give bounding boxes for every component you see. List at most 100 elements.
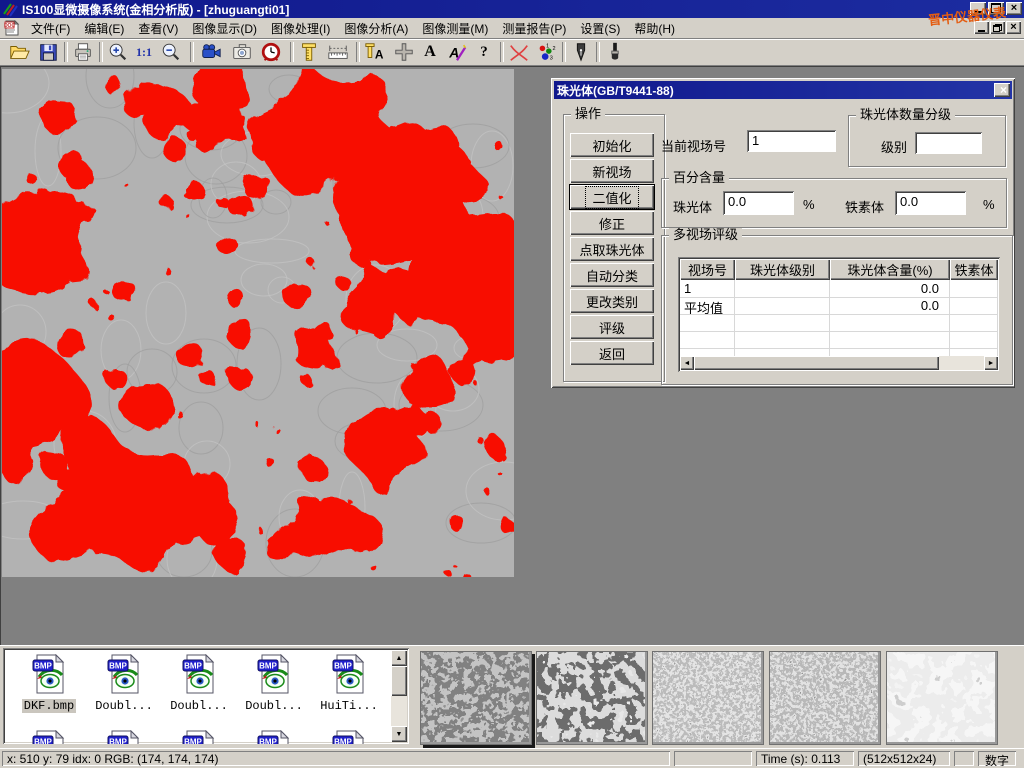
file-item-4[interactable]: BMP HuiTi... bbox=[313, 654, 385, 713]
hscroll-thumb[interactable] bbox=[694, 356, 939, 370]
dialog-title-bar[interactable]: 珠光体(GB/T9441-88) × bbox=[554, 81, 1012, 99]
file-scroll-up-button[interactable]: ▲ bbox=[391, 650, 407, 666]
thumbnail-0[interactable] bbox=[420, 651, 532, 745]
op-button-1[interactable]: 新视场 bbox=[570, 159, 654, 183]
ferrite-percent-sign: % bbox=[983, 197, 995, 212]
delete-curve-button[interactable] bbox=[506, 40, 532, 64]
file-item-row2-4[interactable]: BMP bbox=[313, 730, 385, 744]
file-scroll-down-button[interactable]: ▼ bbox=[391, 726, 407, 742]
measure-annotate-button[interactable]: A bbox=[362, 40, 388, 64]
file-item-1[interactable]: BMP Doubl... bbox=[88, 654, 160, 713]
current-field-input[interactable]: 1 bbox=[747, 130, 836, 152]
menu-item-2[interactable]: 查看(V) bbox=[131, 18, 185, 39]
col-field-number[interactable]: 视场号 bbox=[680, 259, 735, 280]
menu-item-3[interactable]: 图像显示(D) bbox=[185, 18, 264, 39]
move-tool-button[interactable] bbox=[391, 40, 417, 64]
metallographic-image[interactable] bbox=[2, 69, 514, 577]
menu-item-9[interactable]: 帮助(H) bbox=[627, 18, 682, 39]
file-item-2[interactable]: BMP Doubl... bbox=[163, 654, 235, 713]
col-pearlite-level[interactable]: 珠光体级别 bbox=[735, 259, 830, 280]
text-tool-button[interactable]: A bbox=[417, 40, 443, 64]
video-capture-button[interactable] bbox=[198, 40, 224, 64]
status-empty-2 bbox=[954, 751, 974, 766]
file-item-3[interactable]: BMP Doubl... bbox=[238, 654, 310, 713]
mdi-minimize-button[interactable] bbox=[974, 21, 989, 34]
bmp-file-icon: BMP bbox=[331, 654, 367, 694]
text-icon: A bbox=[424, 43, 436, 61]
help-button[interactable]: ? bbox=[471, 40, 497, 64]
col-ferrite[interactable]: 铁素体 bbox=[950, 259, 998, 280]
ferrite-percent-input[interactable]: 0.0 bbox=[895, 191, 966, 215]
op-button-0[interactable]: 初始化 bbox=[570, 133, 654, 157]
rating-table: 视场号 珠光体级别 珠光体含量(%) 铁素体 1 0.0 平均值 0.0 bbox=[678, 257, 1000, 372]
maximize-button[interactable] bbox=[988, 2, 1004, 15]
open-button[interactable] bbox=[6, 40, 32, 64]
op-button-4[interactable]: 点取珠光体 bbox=[570, 237, 654, 261]
mdi-close-button[interactable]: × bbox=[1006, 21, 1021, 34]
menu-item-4[interactable]: 图像处理(I) bbox=[264, 18, 337, 39]
file-name[interactable]: HuiTi... bbox=[318, 699, 380, 713]
pearlite-dialog: 珠光体(GB/T9441-88) × 操作 初始化新视场二值化修正点取珠光体自动… bbox=[551, 78, 1015, 388]
rating-table-header: 视场号 珠光体级别 珠光体含量(%) 铁素体 bbox=[680, 259, 998, 280]
close-button[interactable]: × bbox=[1006, 2, 1022, 15]
svg-text:BMP: BMP bbox=[34, 662, 52, 671]
minimize-icon bbox=[975, 11, 982, 13]
menu-item-7[interactable]: 测量报告(P) bbox=[495, 18, 573, 39]
menu-item-1[interactable]: 编辑(E) bbox=[77, 18, 131, 39]
save-button[interactable] bbox=[35, 40, 61, 64]
op-button-6[interactable]: 更改类别 bbox=[570, 289, 654, 313]
timer-button[interactable] bbox=[258, 40, 284, 64]
table-row[interactable]: 1 0.0 bbox=[680, 280, 998, 298]
op-button-8[interactable]: 返回 bbox=[570, 341, 654, 365]
file-item-row2-0[interactable]: BMP bbox=[13, 730, 85, 744]
cursor-info: x: 510 y: 79 idx: 0 RGB: (174, 174, 174) bbox=[2, 751, 670, 766]
menu-item-5[interactable]: 图像分析(A) bbox=[337, 18, 415, 39]
op-button-2[interactable]: 二值化 bbox=[570, 185, 654, 209]
pen-tool-button[interactable] bbox=[568, 40, 594, 64]
file-name[interactable]: DKF.bmp bbox=[22, 699, 76, 713]
bmp-file-icon: BMP bbox=[331, 730, 367, 744]
dialog-close-button[interactable]: × bbox=[994, 83, 1010, 97]
measure-length-button[interactable] bbox=[296, 40, 322, 64]
col-pearlite-content[interactable]: 珠光体含量(%) bbox=[830, 259, 950, 280]
status-empty-1 bbox=[674, 751, 752, 766]
file-item-0[interactable]: BMP DKF.bmp bbox=[13, 654, 85, 713]
zoom-in-button[interactable] bbox=[105, 40, 131, 64]
measure-distance-button[interactable] bbox=[325, 40, 351, 64]
menu-item-8[interactable]: 设置(S) bbox=[573, 18, 627, 39]
op-button-5[interactable]: 自动分类 bbox=[570, 263, 654, 287]
thumbnail-2[interactable] bbox=[652, 651, 764, 745]
file-name[interactable]: Doubl... bbox=[243, 699, 305, 713]
file-name[interactable]: Doubl... bbox=[168, 699, 230, 713]
scroll-right-button[interactable]: ► bbox=[984, 356, 998, 370]
minimize-button[interactable] bbox=[970, 2, 986, 15]
file-name[interactable]: Doubl... bbox=[93, 699, 155, 713]
op-button-3[interactable]: 修正 bbox=[570, 211, 654, 235]
thumbnail-1[interactable] bbox=[536, 651, 648, 745]
zoom-out-button[interactable] bbox=[158, 40, 184, 64]
level-input[interactable] bbox=[915, 132, 982, 154]
menu-item-6[interactable]: 图像测量(M) bbox=[415, 18, 495, 39]
file-item-row2-3[interactable]: BMP bbox=[238, 730, 310, 744]
vertical-caliper-icon bbox=[298, 41, 320, 63]
table-row[interactable]: 平均值 0.0 bbox=[680, 297, 998, 315]
text-edit-button[interactable]: A bbox=[444, 40, 470, 64]
zoom-actual-button[interactable]: 1:1 bbox=[131, 40, 157, 64]
thumbnail-4[interactable] bbox=[886, 651, 998, 745]
file-item-row2-1[interactable]: BMP bbox=[88, 730, 160, 744]
op-button-7[interactable]: 评级 bbox=[570, 315, 654, 339]
brush-tool-button[interactable] bbox=[602, 40, 628, 64]
print-button[interactable] bbox=[70, 40, 96, 64]
camera-button[interactable] bbox=[229, 40, 255, 64]
menu-item-0[interactable]: 文件(F) bbox=[24, 18, 77, 39]
save-icon bbox=[37, 41, 59, 63]
rgb-points-button[interactable]: 123 bbox=[534, 40, 560, 64]
scroll-left-button[interactable]: ◄ bbox=[680, 356, 694, 370]
mdi-restore-button[interactable] bbox=[990, 21, 1005, 34]
svg-text:BMP: BMP bbox=[184, 738, 202, 745]
pearlite-percent-input[interactable]: 0.0 bbox=[723, 191, 794, 215]
file-list: BMP DKF.bmp BMP BMP Doubl... BMP bbox=[3, 648, 409, 744]
file-item-row2-2[interactable]: BMP bbox=[163, 730, 235, 744]
file-vscroll-thumb[interactable] bbox=[391, 666, 407, 696]
thumbnail-3[interactable] bbox=[769, 651, 881, 745]
